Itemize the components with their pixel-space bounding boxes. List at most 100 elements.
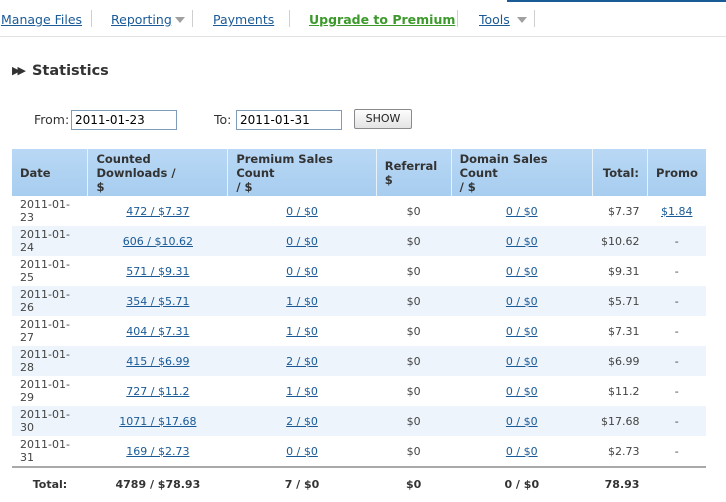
totals-total: 78.93 — [592, 466, 648, 500]
cell-premium-link[interactable]: 2 / $0 — [286, 415, 318, 428]
table-row: 2011-01-31 169 / $2.73 0 / $0 $0 0 / $0 $2.73… — [12, 436, 706, 467]
cell-downloads-link[interactable]: 571 / $9.31 — [126, 265, 189, 278]
cell-date: 2011-01-30 — [12, 406, 88, 436]
header-domain-sales: Domain Sales Count / $ — [451, 149, 593, 196]
cell-premium-link[interactable]: 1 / $0 — [286, 295, 318, 308]
cell-premium-cell: 1 / $0 — [227, 286, 377, 316]
cell-premium-link[interactable]: 0 / $0 — [286, 265, 318, 278]
cell-domain-link[interactable]: 0 / $0 — [506, 235, 538, 248]
cell-date: 2011-01-23 — [20, 198, 70, 224]
cell-downloads-link[interactable]: 727 / $11.2 — [126, 385, 189, 398]
cell-premium-cell: 0 / $0 — [228, 436, 376, 467]
cell-premium-link[interactable]: 0 / $0 — [286, 235, 318, 248]
nav-upgrade-premium[interactable]: Upgrade to Premium — [309, 12, 455, 27]
table-row: 2011-01-30 1071 / $17.68 2 / $0 $0 0 / $0 $17… — [12, 406, 706, 436]
cell-total: $7.37 — [607, 204, 640, 218]
cell-domain-link[interactable]: 0 / $0 — [506, 325, 538, 338]
cell-total: $17.68 — [592, 406, 648, 436]
statistics-table: Date Counted Downloads / $ Premium Sales … — [12, 149, 706, 500]
nav-payments[interactable]: Payments — [213, 12, 274, 27]
cell-date: 2011-01-26 — [12, 286, 88, 316]
cell-domain-link[interactable]: 0 / $0 — [506, 205, 538, 218]
cell-downloads-link[interactable]: 404 / $7.31 — [126, 325, 189, 338]
cell-premium-link[interactable]: 1 / $0 — [286, 325, 318, 338]
from-date-input[interactable] — [71, 110, 177, 130]
cell-domain-cell: 0 / $0 — [451, 316, 592, 346]
cell-date: 2011-01-29 — [20, 378, 70, 404]
chevron-down-icon[interactable] — [175, 17, 185, 23]
to-label: To: — [214, 112, 232, 127]
header-counted-downloads: Counted Downloads / $ — [87, 149, 229, 196]
cell-premium-link[interactable]: 0 / $0 — [286, 205, 318, 218]
cell-referral: $0 — [406, 444, 421, 458]
nav-accent-line — [507, 0, 726, 2]
cell-date: 2011-01-25 — [20, 258, 70, 284]
cell-domain-cell: 0 / $0 — [451, 196, 592, 226]
cell-downloads-cell: 404 / $7.31 — [88, 316, 228, 346]
cell-domain-cell: 0 / $0 — [451, 256, 592, 286]
cell-downloads-cell: 606 / $10.62 — [87, 226, 228, 256]
cell-premium-link[interactable]: 0 / $0 — [286, 445, 318, 458]
cell-domain-link[interactable]: 0 / $0 — [506, 265, 538, 278]
cell-domain-cell: 0 / $0 — [451, 346, 593, 376]
cell-downloads-link[interactable]: 354 / $5.71 — [126, 295, 189, 308]
to-date-input[interactable] — [236, 110, 342, 130]
cell-domain-link[interactable]: 0 / $0 — [506, 295, 538, 308]
page-title: ▶▶ Statistics — [12, 63, 109, 79]
cell-promo: - — [647, 226, 706, 256]
cell-referral: $0 — [406, 204, 421, 218]
cell-promo: - — [647, 346, 706, 376]
nav-reporting[interactable]: Reporting — [111, 12, 172, 27]
header-date: Date — [12, 149, 89, 196]
cell-domain-link[interactable]: 0 / $0 — [506, 355, 538, 368]
cell-promo: - — [674, 384, 679, 398]
cell-downloads-link[interactable]: 1071 / $17.68 — [119, 415, 196, 428]
nav-manage-files[interactable]: Manage Files — [1, 12, 82, 27]
cell-referral: $0 — [376, 286, 452, 316]
cell-downloads-link[interactable]: 169 / $2.73 — [126, 445, 189, 458]
cell-promo-link[interactable]: $1.84 — [661, 205, 693, 218]
cell-downloads-link[interactable]: 415 / $6.99 — [126, 355, 189, 368]
cell-referral: $0 — [376, 226, 452, 256]
cell-downloads-cell: 354 / $5.71 — [87, 286, 228, 316]
totals-premium: 7 / $0 — [227, 466, 377, 500]
cell-downloads-cell: 472 / $7.37 — [88, 196, 228, 226]
nav-separator — [534, 10, 535, 27]
cell-promo: - — [674, 324, 679, 338]
cell-downloads-link[interactable]: 472 / $7.37 — [126, 205, 189, 218]
header-total: Total: — [592, 149, 648, 196]
table-row: 2011-01-23 472 / $7.37 0 / $0 $0 0 / $0 $7.37… — [12, 196, 706, 226]
cell-domain-link[interactable]: 0 / $0 — [506, 415, 538, 428]
top-nav: Manage Files Reporting Payments Upgrade … — [0, 0, 726, 37]
cell-premium-cell: 0 / $0 — [228, 256, 376, 286]
header-premium-sales: Premium Sales Count / $ — [227, 149, 377, 196]
cell-promo-cell: $1.84 — [647, 196, 706, 226]
cell-total: $6.99 — [592, 346, 648, 376]
cell-date: 2011-01-28 — [12, 346, 88, 376]
cell-premium-cell: 0 / $0 — [227, 226, 377, 256]
cell-domain-cell: 0 / $0 — [451, 436, 592, 467]
cell-domain-link[interactable]: 0 / $0 — [506, 385, 538, 398]
totals-label: Total: — [12, 466, 88, 500]
cell-premium-link[interactable]: 1 / $0 — [286, 385, 318, 398]
cell-referral: $0 — [406, 264, 421, 278]
cell-downloads-link[interactable]: 606 / $10.62 — [123, 235, 193, 248]
table-row: 2011-01-24 606 / $10.62 0 / $0 $0 0 / $0 $10.… — [12, 226, 706, 256]
double-arrow-right-icon: ▶▶ — [12, 64, 26, 77]
show-button[interactable]: SHOW — [354, 109, 412, 129]
cell-downloads-cell: 727 / $11.2 — [88, 376, 228, 406]
nav-tools[interactable]: Tools — [479, 12, 510, 27]
cell-total: $11.2 — [607, 384, 640, 398]
cell-domain-link[interactable]: 0 / $0 — [506, 445, 538, 458]
table-row: 2011-01-29 727 / $11.2 1 / $0 $0 0 / $0 $11.2… — [12, 376, 706, 406]
header-referral: Referral $ — [376, 149, 452, 196]
cell-premium-link[interactable]: 2 / $0 — [286, 355, 318, 368]
cell-total: $7.31 — [607, 324, 640, 338]
chevron-down-icon[interactable] — [517, 17, 527, 23]
cell-domain-cell: 0 / $0 — [451, 376, 592, 406]
cell-premium-cell: 2 / $0 — [227, 406, 377, 436]
cell-domain-cell: 0 / $0 — [451, 406, 593, 436]
cell-referral: $0 — [406, 324, 421, 338]
table-row: 2011-01-25 571 / $9.31 0 / $0 $0 0 / $0 $9.31… — [12, 256, 706, 286]
from-label: From: — [34, 112, 70, 127]
